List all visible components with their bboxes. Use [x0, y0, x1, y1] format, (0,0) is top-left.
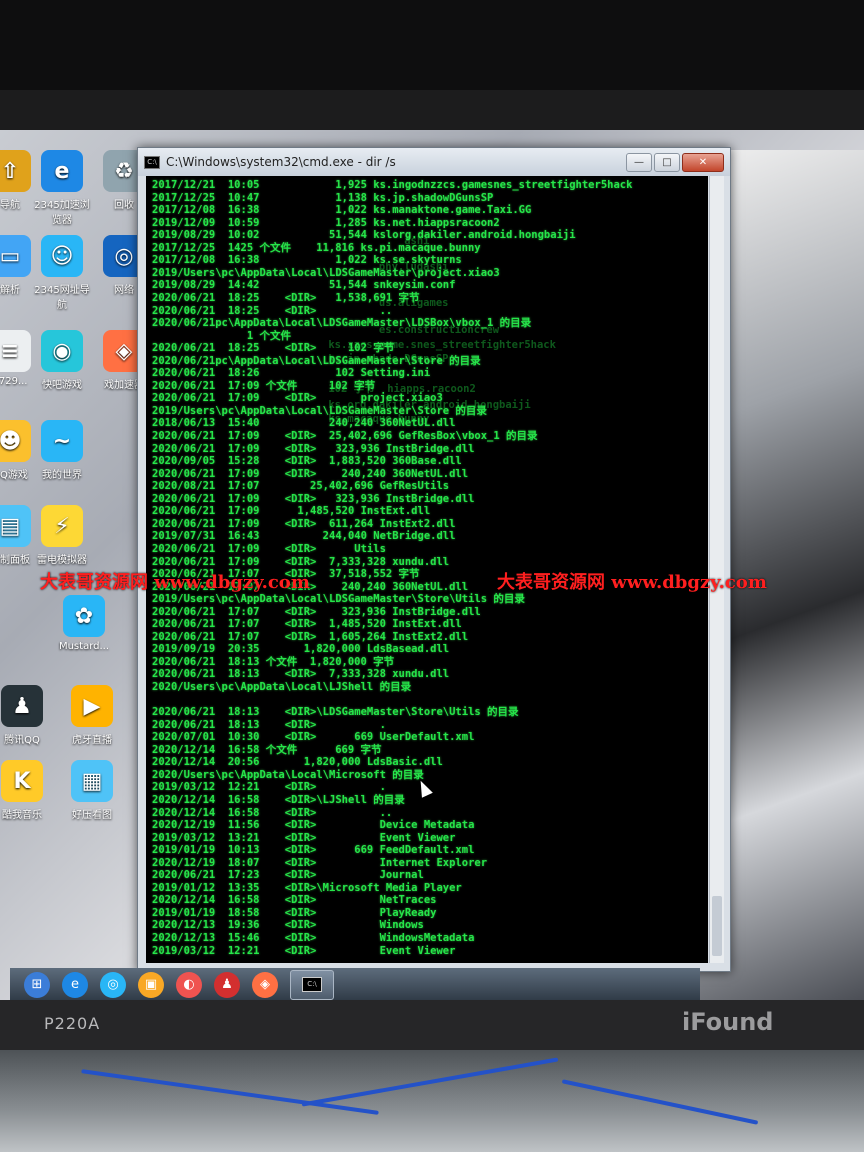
taskbar-accelerator[interactable]: ◈ — [252, 971, 278, 998]
console-ghost-line: ks.org.dakiler.android.hongbaiji — [164, 399, 531, 411]
qq-game-icon: ☻ — [0, 420, 31, 462]
app-icon: ◐ — [183, 977, 195, 992]
desktop-icon-label: Mustard... — [58, 641, 110, 652]
window-title: C:\Windows\system32\cmd.exe - dir /s — [166, 155, 396, 169]
image-viewer-icon: ▦ — [71, 760, 113, 802]
taskbar-2345[interactable]: ◎ — [100, 971, 126, 998]
desktop-icon[interactable]: ☺ 2345网址导航 — [30, 235, 94, 311]
folder-icon: ▣ — [144, 977, 158, 992]
desktop-icon-label: 腾讯QQ — [4, 735, 40, 746]
console-ghost-line: es.constructioncrew — [164, 324, 500, 336]
desktop-icon[interactable]: ◉ 快吧游戏 — [30, 330, 94, 391]
taskbar-qq[interactable]: ♟ — [214, 971, 240, 998]
taskbar-browser[interactable]: e — [62, 971, 88, 998]
desktop-icon[interactable]: ▶ 虎牙直播 — [60, 685, 124, 746]
desk-surface — [0, 1050, 864, 1152]
close-button[interactable]: ✕ — [682, 152, 724, 172]
desktop-icon[interactable]: ▦ 好压看图 — [60, 760, 124, 821]
fish-icon: ~ — [41, 420, 83, 462]
console-icon: C:\ — [302, 977, 322, 992]
desktop-icon-label: 我的世界 — [42, 470, 82, 481]
taskbar-file-manager[interactable]: ▣ — [138, 971, 164, 998]
desktop-icon[interactable]: e 2345加速浏览器 — [30, 150, 94, 226]
desktop-icon-label: 2345加速浏览器 — [34, 200, 90, 226]
console-line: 2019/03/12 12:21 <DIR> Event Viewer — [152, 944, 456, 957]
console-ghost-line: phy.ludashi — [164, 261, 449, 273]
console-icon: C:\ — [144, 155, 160, 169]
game-icon: ◉ — [41, 330, 83, 372]
desktop-icon-label: 酷我音乐 — [2, 810, 42, 821]
desktop-icon[interactable]: K 酷我音乐 — [0, 760, 54, 821]
cmd-titlebar[interactable]: C:\ C:\Windows\system32\cmd.exe - dir /s… — [138, 148, 730, 176]
desktop-icon-label: 虎牙直播 — [72, 735, 112, 746]
document-icon: ≡ — [0, 330, 31, 372]
desktop-icon[interactable]: ✿ Mustard... — [52, 595, 116, 652]
watermark-left: 大表哥资源网 www.dbgzy.com — [40, 572, 310, 593]
desktop-icon-label: 控制面板 — [0, 555, 30, 566]
start-button[interactable]: ⊞ — [24, 971, 50, 998]
cable — [561, 1079, 759, 1125]
monitor-icon: ▭ — [0, 235, 31, 277]
taskbar-cmd[interactable]: C:\ — [290, 969, 334, 1000]
control-panel-icon: ▤ — [0, 505, 31, 547]
music-icon: K — [1, 760, 43, 802]
desktop-icon[interactable]: ▤ 控制面板 — [0, 505, 42, 566]
watermark-right: 大表哥资源网 www.dbgzy.com — [497, 572, 767, 593]
mustard-icon: ✿ — [63, 595, 105, 637]
cable — [81, 1069, 379, 1115]
emulator-icon: ⚡ — [41, 505, 83, 547]
monitor-model: P220A — [44, 1014, 101, 1033]
mascot-icon: ☺ — [41, 235, 83, 277]
windows-logo-icon: ⊞ — [31, 977, 43, 992]
console-ghost-line: ks.macaque.bunny — [164, 413, 430, 425]
accelerator-icon: ◈ — [260, 977, 270, 992]
cmd-window[interactable]: C:\ C:\Windows\system32\cmd.exe - dir /s… — [137, 147, 731, 972]
desktop-icon[interactable]: ~ 我的世界 — [30, 420, 94, 481]
taskbar: ⊞ e ◎ ▣ ◐ ♟ ◈ C:\ — [10, 968, 700, 1001]
minimize-button[interactable]: — — [626, 152, 652, 172]
desktop-icon-label: 快吧游戏 — [42, 380, 82, 391]
desktop-icon[interactable]: ♟ 腾讯QQ — [0, 685, 54, 746]
ie-icon: ◎ — [107, 977, 119, 992]
console-ghost-line: us.aligames — [164, 297, 449, 309]
console-ghost-line: 102 字节 hiapps.racoon2 — [164, 383, 476, 395]
cable — [301, 1057, 559, 1107]
console-ghost-line: ashi — [164, 235, 430, 247]
browser-icon: e — [71, 977, 79, 992]
qq-icon: ♟ — [1, 685, 43, 727]
console-ghost-line: ks.zzcs.game.snes_streetfighter5hack — [164, 339, 556, 351]
scrollbar-thumb[interactable] — [712, 896, 722, 956]
desktop-icon-label: 2345网址导航 — [34, 285, 90, 311]
qq-icon: ♟ — [221, 977, 233, 992]
desktop-icon-label: 好压看图 — [72, 810, 112, 821]
live-icon: ▶ — [71, 685, 113, 727]
monitor-brand-logo: iFound — [682, 1008, 774, 1036]
nav-icon: ⇧ — [0, 150, 31, 192]
maximize-button[interactable]: □ — [654, 152, 680, 172]
console-ghost-line: ks.jp.shade.DGunsSP — [164, 353, 449, 365]
taskbar-app[interactable]: ◐ — [176, 971, 202, 998]
browser-icon: e — [41, 150, 83, 192]
